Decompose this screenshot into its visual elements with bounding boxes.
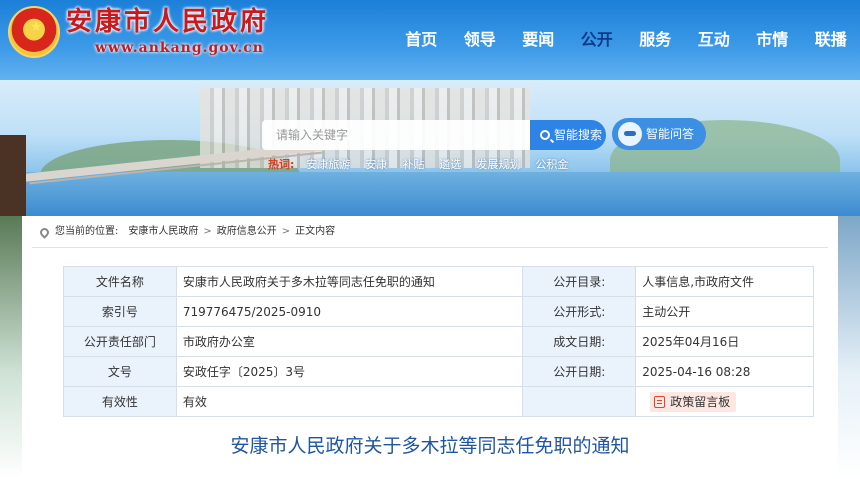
doc-no-label: 文号: [63, 356, 177, 387]
breadcrumb-current: 正文内容: [295, 226, 336, 237]
smart-search-button[interactable]: 智能搜索: [530, 120, 606, 150]
side-decoration: [838, 216, 860, 479]
search-icon: [540, 130, 550, 140]
catalog-label: 公开目录:: [522, 266, 637, 297]
hot-word[interactable]: 安康: [365, 156, 387, 174]
nav-disclosure[interactable]: 公开: [568, 22, 627, 58]
table-row: 文号 安政任字〔2025〕3号 公开日期: 2025-04-16 08:28: [63, 356, 814, 387]
hot-word[interactable]: 发展规划: [476, 156, 520, 174]
index-label: 索引号: [63, 296, 177, 327]
document-title: 安康市人民政府关于多木拉等同志任免职的通知: [230, 435, 630, 457]
publish-label: 公开日期:: [522, 356, 637, 387]
hot-word[interactable]: 遴选: [439, 156, 461, 174]
national-emblem-icon: ★: [8, 6, 60, 58]
hot-words: 热词: 安康旅游 安康 补贴 遴选 发展规划 公积金: [268, 156, 583, 174]
breadcrumb-separator: >: [281, 226, 291, 237]
breadcrumb-separator: >: [203, 226, 212, 237]
dept-label: 公开责任部门: [63, 326, 177, 357]
breadcrumb: 您当前的位置: 安康市人民政府 > 政府信息公开 > 正文内容: [38, 224, 336, 240]
dept-value: 市政府办公室: [175, 326, 524, 357]
breadcrumb-prefix: 您当前的位置:: [55, 226, 119, 237]
index-value: 719776475/2025-0910: [175, 296, 524, 327]
catalog-value: 人事信息,市政府文件: [635, 266, 814, 297]
site-header: ★ 安康市人民政府 www.ankang.gov.cn 首页 领导 要闻 公开 …: [0, 0, 860, 80]
hot-word[interactable]: 补贴: [402, 156, 424, 174]
banner-river: [0, 172, 860, 216]
nav-news[interactable]: 要闻: [509, 22, 568, 58]
table-row: 有效性 有效 政策留言板: [63, 386, 814, 417]
main-nav: 首页 领导 要闻 公开 服务 互动 市情 联播: [392, 22, 860, 58]
policy-message-button[interactable]: 政策留言板: [650, 391, 737, 412]
hot-word[interactable]: 公积金: [535, 156, 568, 174]
date-label: 成文日期:: [522, 326, 637, 357]
table-row: 文件名称 安康市人民政府关于多木拉等同志任免职的通知 公开目录: 人事信息,市政…: [63, 266, 814, 297]
banner-pavilion: [0, 135, 26, 216]
file-name-value: 安康市人民政府关于多木拉等同志任免职的通知: [175, 266, 524, 297]
site-url: www.ankang.gov.cn: [95, 40, 264, 56]
nav-services[interactable]: 服务: [626, 22, 685, 58]
message-cell: 政策留言板: [635, 386, 814, 417]
robot-icon: [618, 122, 642, 146]
empty-cell: [522, 386, 637, 417]
nav-city-info[interactable]: 市情: [743, 22, 802, 58]
nav-broadcast[interactable]: 联播: [802, 22, 860, 58]
doc-no-value: 安政任字〔2025〕3号: [175, 356, 524, 387]
table-row: 索引号 719776475/2025-0910 公开形式: 主动公开: [63, 296, 814, 327]
site-title[interactable]: 安康市人民政府: [66, 6, 269, 38]
divider: [32, 247, 828, 248]
hot-word[interactable]: 安康旅游: [306, 156, 350, 174]
date-value: 2025年04月16日: [635, 326, 814, 357]
breadcrumb-home[interactable]: 安康市人民政府: [128, 224, 198, 240]
banner: 请输入关键字 智能搜索 智能问答 热词: 安康旅游 安康 补贴 遴选 发展规划 …: [0, 80, 860, 216]
hot-words-label: 热词:: [268, 158, 295, 171]
validity-value: 有效: [175, 386, 524, 417]
message-board-icon: [654, 395, 666, 408]
breadcrumb-disclosure[interactable]: 政府信息公开: [217, 224, 277, 240]
location-pin-icon: [38, 225, 51, 239]
smart-qa-label: 智能问答: [646, 127, 695, 141]
file-name-label: 文件名称: [63, 266, 177, 297]
side-decoration: [0, 216, 22, 479]
nav-interaction[interactable]: 互动: [685, 22, 744, 58]
publish-value: 2025-04-16 08:28: [635, 356, 814, 387]
table-row: 公开责任部门 市政府办公室 成文日期: 2025年04月16日: [63, 326, 814, 357]
content-panel: 您当前的位置: 安康市人民政府 > 政府信息公开 > 正文内容 文件名称 安康市…: [22, 216, 838, 479]
document-meta-table: 文件名称 安康市人民政府关于多木拉等同志任免职的通知 公开目录: 人事信息,市政…: [63, 266, 814, 417]
search-input[interactable]: 请输入关键字: [262, 120, 530, 150]
validity-label: 有效性: [63, 386, 177, 417]
form-value: 主动公开: [635, 296, 814, 327]
smart-search-label: 智能搜索: [554, 128, 603, 142]
form-label: 公开形式:: [522, 296, 637, 327]
smart-qa-button[interactable]: 智能问答: [612, 118, 706, 150]
policy-message-label: 政策留言板: [670, 394, 731, 409]
nav-leaders[interactable]: 领导: [451, 22, 510, 58]
nav-home[interactable]: 首页: [392, 22, 451, 58]
